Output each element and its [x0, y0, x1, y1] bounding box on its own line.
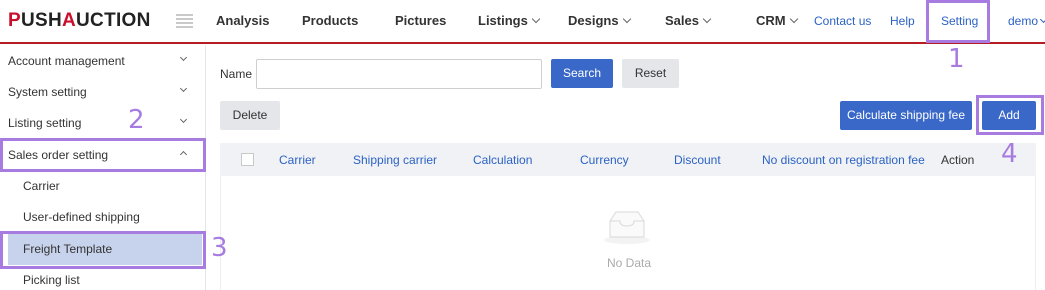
chevron-down-icon: [531, 14, 541, 24]
chevron-down-icon: [1039, 15, 1045, 24]
sidebar-item-label: Listing setting: [8, 116, 82, 130]
sidebar-item-label: User-defined shipping: [23, 210, 140, 224]
column-currency[interactable]: Currency: [580, 153, 629, 167]
table-body: No Data: [220, 176, 1036, 290]
annotation-number-3: 3: [211, 233, 228, 263]
nav-sales-label: Sales: [665, 13, 699, 28]
nav-designs-label: Designs: [568, 13, 619, 28]
delete-button[interactable]: Delete: [220, 101, 280, 130]
column-carrier[interactable]: Carrier: [279, 153, 316, 167]
highlight-box-setting: [926, 0, 990, 43]
highlight-box-freight-template: [0, 231, 206, 269]
logo-letters-ush: USH: [20, 10, 62, 31]
sidebar-item-label: System setting: [8, 85, 87, 99]
annotation-number-1: 1: [948, 44, 965, 74]
logo-letters-uction: UCTION: [76, 10, 151, 31]
nav-crm[interactable]: CRM: [756, 13, 798, 28]
sidebar-item-carrier[interactable]: Carrier: [0, 171, 206, 202]
nav-crm-label: CRM: [756, 13, 786, 28]
logo-letter-a: A: [62, 10, 77, 31]
column-no-discount-registration-fee[interactable]: No discount on registration fee: [762, 153, 925, 167]
help-link[interactable]: Help: [890, 14, 915, 28]
sidebar-item-account-management[interactable]: Account management: [0, 46, 206, 77]
menu-toggle-icon[interactable]: [176, 14, 193, 29]
search-button[interactable]: Search: [551, 59, 613, 88]
chevron-down-icon: [789, 14, 798, 24]
chevron-down-icon: [179, 53, 188, 62]
calculate-shipping-fee-button[interactable]: Calculate shipping fee: [840, 101, 972, 130]
column-shipping-carrier[interactable]: Shipping carrier: [353, 153, 437, 167]
name-label: Name: [220, 67, 253, 81]
annotation-number-4: 4: [1001, 139, 1018, 169]
pushauction-logo[interactable]: PUSHAUCTION: [8, 10, 151, 32]
select-all-checkbox[interactable]: [241, 153, 254, 166]
sidebar-item-label: Picking list: [23, 273, 80, 287]
nav-listings-label: Listings: [478, 13, 528, 28]
chevron-down-icon: [179, 115, 188, 124]
top-navigation-bar: PUSHAUCTION Analysis Products Pictures L…: [0, 0, 1045, 44]
chevron-down-icon: [622, 14, 631, 24]
nav-sales[interactable]: Sales: [665, 13, 712, 28]
sidebar-item-user-defined-shipping[interactable]: User-defined shipping: [0, 202, 206, 233]
sidebar-item-label: Account management: [8, 54, 125, 68]
empty-state-text: No Data: [607, 256, 652, 270]
nav-pictures[interactable]: Pictures: [395, 13, 446, 28]
user-name: demo: [1008, 14, 1039, 28]
user-menu[interactable]: demo: [1008, 14, 1045, 28]
name-input[interactable]: [256, 59, 542, 89]
sidebar-item-label: Carrier: [23, 179, 60, 193]
empty-inbox-icon: [604, 211, 650, 244]
nav-designs[interactable]: Designs: [568, 13, 631, 28]
sidebar-item-listing-setting[interactable]: Listing setting: [0, 108, 206, 139]
nav-products[interactable]: Products: [302, 13, 358, 28]
highlight-box-sales-order-setting: [0, 138, 206, 172]
annotation-number-2: 2: [128, 105, 145, 135]
chevron-down-icon: [702, 14, 712, 24]
nav-analysis[interactable]: Analysis: [216, 13, 269, 28]
reset-button[interactable]: Reset: [622, 59, 679, 88]
column-discount[interactable]: Discount: [674, 153, 721, 167]
column-calculation[interactable]: Calculation: [473, 153, 532, 167]
chevron-down-icon: [179, 84, 188, 93]
column-action: Action: [941, 153, 975, 167]
contact-us-link[interactable]: Contact us: [814, 14, 871, 28]
logo-letter-p: P: [8, 10, 21, 31]
sidebar-item-system-setting[interactable]: System setting: [0, 77, 206, 108]
nav-listings[interactable]: Listings: [478, 13, 541, 28]
table-header: Carrier Shipping carrier Calculation Cur…: [220, 143, 1036, 176]
highlight-box-add: [976, 95, 1044, 135]
